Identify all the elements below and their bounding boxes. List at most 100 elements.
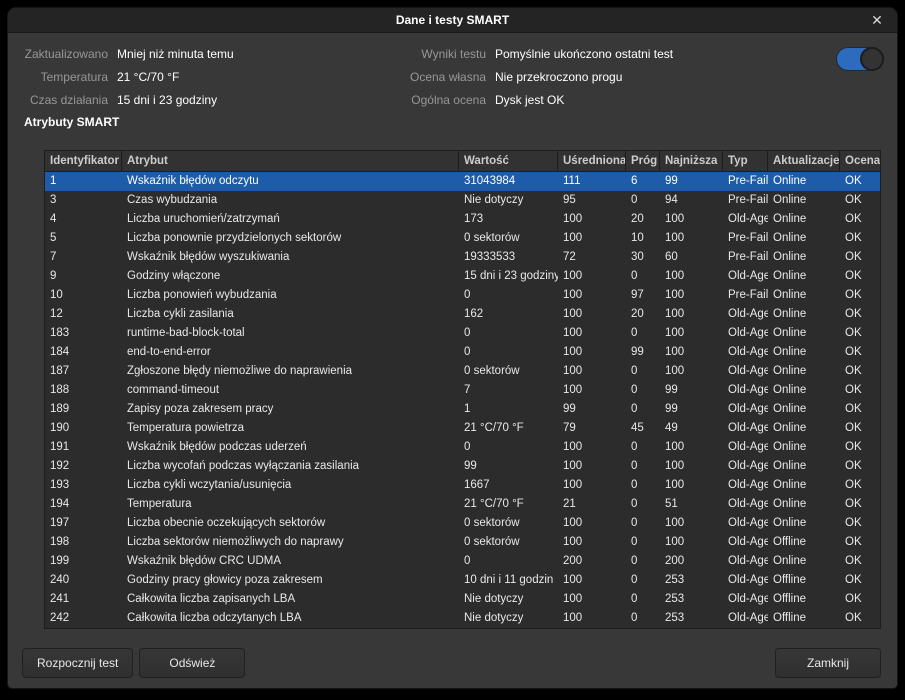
column-header[interactable]: Typ — [723, 151, 768, 171]
temperature-value: 21 °C/70 °F — [117, 71, 234, 84]
action-bar: Rozpocznij test Odśwież Zamknij — [22, 648, 881, 678]
table-header: IdentyfikatorAtrybutWartośćUśrednionaPró… — [45, 151, 880, 172]
table-cell: 0 — [626, 571, 660, 590]
column-header[interactable]: Najniższa — [660, 151, 723, 171]
table-cell: 0 — [459, 343, 558, 362]
table-cell: 100 — [660, 438, 723, 457]
table-cell: Pre-Fail — [723, 172, 768, 191]
table-cell: 192 — [45, 457, 122, 476]
table-row[interactable]: 193Liczba cykli wczytania/usunięcia16671… — [45, 476, 880, 495]
table-cell: 0 sektorów — [459, 514, 558, 533]
table-cell: Całkowita liczba zapisanych LBA — [122, 590, 459, 609]
table-cell: 253 — [660, 571, 723, 590]
table-cell: 100 — [660, 533, 723, 552]
table-row[interactable]: 12Liczba cykli zasilania16210020100Old-A… — [45, 305, 880, 324]
table-cell: Wskaźnik błędów CRC UDMA — [122, 552, 459, 571]
smart-dialog-window: Dane i testy SMART ✕ Zaktualizowano Mnie… — [8, 8, 897, 688]
table-cell: 100 — [558, 229, 626, 248]
table-cell: 3 — [45, 191, 122, 210]
table-cell: Old-Age — [723, 514, 768, 533]
table-cell: Liczba ponownie przydzielonych sektorów — [122, 229, 459, 248]
table-row[interactable]: 5Liczba ponownie przydzielonych sektorów… — [45, 229, 880, 248]
table-cell: OK — [840, 248, 880, 267]
table-row[interactable]: 199Wskaźnik błędów CRC UDMA02000200Old-A… — [45, 552, 880, 571]
table-row[interactable]: 242Całkowita liczba odczytanych LBANie d… — [45, 609, 880, 628]
table-row[interactable]: 197Liczba obecnie oczekujących sektorów0… — [45, 514, 880, 533]
table-cell: Nie dotyczy — [459, 191, 558, 210]
table-row[interactable]: 3Czas wybudzaniaNie dotyczy95094Pre-Fail… — [45, 191, 880, 210]
table-cell: 0 sektorów — [459, 533, 558, 552]
table-cell: 197 — [45, 514, 122, 533]
table-cell: end-to-end-error — [122, 343, 459, 362]
table-cell: 0 — [626, 495, 660, 514]
table-row[interactable]: 184end-to-end-error010099100Old-AgeOnlin… — [45, 343, 880, 362]
table-cell: Online — [768, 438, 840, 457]
table-cell: Pre-Fail — [723, 191, 768, 210]
table-cell: 199 — [45, 552, 122, 571]
table-cell: Old-Age — [723, 495, 768, 514]
table-cell: Całkowita liczba odczytanych LBA — [122, 609, 459, 628]
table-cell: 100 — [558, 362, 626, 381]
titlebar[interactable]: Dane i testy SMART ✕ — [8, 8, 897, 33]
table-row[interactable]: 190Temperatura powietrza21 °C/70 °F79454… — [45, 419, 880, 438]
column-header[interactable]: Uśredniona — [558, 151, 626, 171]
table-cell: 30 — [626, 248, 660, 267]
table-cell: Old-Age — [723, 590, 768, 609]
column-header[interactable]: Aktualizacje — [768, 151, 840, 171]
table-cell: OK — [840, 609, 880, 628]
column-header[interactable]: Próg — [626, 151, 660, 171]
table-cell: 5 — [45, 229, 122, 248]
table-row[interactable]: 192Liczba wycofań podczas wyłączania zas… — [45, 457, 880, 476]
table-cell: Wskaźnik błędów wyszukiwania — [122, 248, 459, 267]
table-cell: 193 — [45, 476, 122, 495]
table-cell: Offline — [768, 609, 840, 628]
column-header[interactable]: Wartość — [459, 151, 558, 171]
overall-assessment-value: Dysk jest OK — [495, 94, 673, 107]
column-header[interactable]: Ocena — [840, 151, 880, 171]
table-cell: 162 — [459, 305, 558, 324]
table-row[interactable]: 188command-timeout7100099Old-AgeOnlineOK — [45, 381, 880, 400]
smart-enabled-toggle[interactable] — [836, 47, 884, 71]
table-cell: Offline — [768, 590, 840, 609]
table-row[interactable]: 241Całkowita liczba zapisanych LBANie do… — [45, 590, 880, 609]
table-row[interactable]: 189Zapisy poza zakresem pracy199099Old-A… — [45, 400, 880, 419]
table-cell: 10 — [45, 286, 122, 305]
table-cell: 0 sektorów — [459, 362, 558, 381]
table-row[interactable]: 10Liczba ponowień wybudzania010097100Pre… — [45, 286, 880, 305]
table-row[interactable]: 198Liczba sektorów niemożliwych do napra… — [45, 533, 880, 552]
table-row[interactable]: 4Liczba uruchomień/zatrzymań17310020100O… — [45, 210, 880, 229]
close-icon[interactable]: ✕ — [865, 8, 889, 32]
table-cell: OK — [840, 419, 880, 438]
table-cell: Old-Age — [723, 552, 768, 571]
table-cell: Old-Age — [723, 609, 768, 628]
table-cell: runtime-bad-block-total — [122, 324, 459, 343]
table-cell: 100 — [660, 229, 723, 248]
table-cell: Online — [768, 286, 840, 305]
table-cell: 0 — [626, 457, 660, 476]
column-header[interactable]: Identyfikator — [45, 151, 122, 171]
table-row[interactable]: 240Godziny pracy głowicy poza zakresem10… — [45, 571, 880, 590]
table-row[interactable]: 1Wskaźnik błędów odczytu31043984111699Pr… — [45, 172, 880, 191]
table-cell: OK — [840, 552, 880, 571]
table-row[interactable]: 187Zgłoszone błędy niemożliwe do naprawi… — [45, 362, 880, 381]
table-row[interactable]: 194Temperatura21 °C/70 °F21051Old-AgeOnl… — [45, 495, 880, 514]
table-row[interactable]: 191Wskaźnik błędów podczas uderzeń010001… — [45, 438, 880, 457]
table-cell: 100 — [660, 476, 723, 495]
refresh-button[interactable]: Odśwież — [139, 648, 245, 678]
table-cell: OK — [840, 495, 880, 514]
table-cell: 95 — [558, 191, 626, 210]
table-cell: OK — [840, 571, 880, 590]
table-cell: 99 — [660, 381, 723, 400]
window-title: Dane i testy SMART — [396, 13, 509, 27]
column-header[interactable]: Atrybut — [122, 151, 459, 171]
table-row[interactable]: 183runtime-bad-block-total01000100Old-Ag… — [45, 324, 880, 343]
table-cell: 200 — [660, 552, 723, 571]
table-row[interactable]: 9Godziny włączone15 dni i 23 godziny1000… — [45, 267, 880, 286]
start-test-button[interactable]: Rozpocznij test — [22, 648, 133, 678]
table-cell: OK — [840, 457, 880, 476]
table-cell: 100 — [660, 514, 723, 533]
table-row[interactable]: 7Wskaźnik błędów wyszukiwania19333533723… — [45, 248, 880, 267]
table-cell: 190 — [45, 419, 122, 438]
close-dialog-button[interactable]: Zamknij — [775, 648, 881, 678]
table-cell: Online — [768, 267, 840, 286]
